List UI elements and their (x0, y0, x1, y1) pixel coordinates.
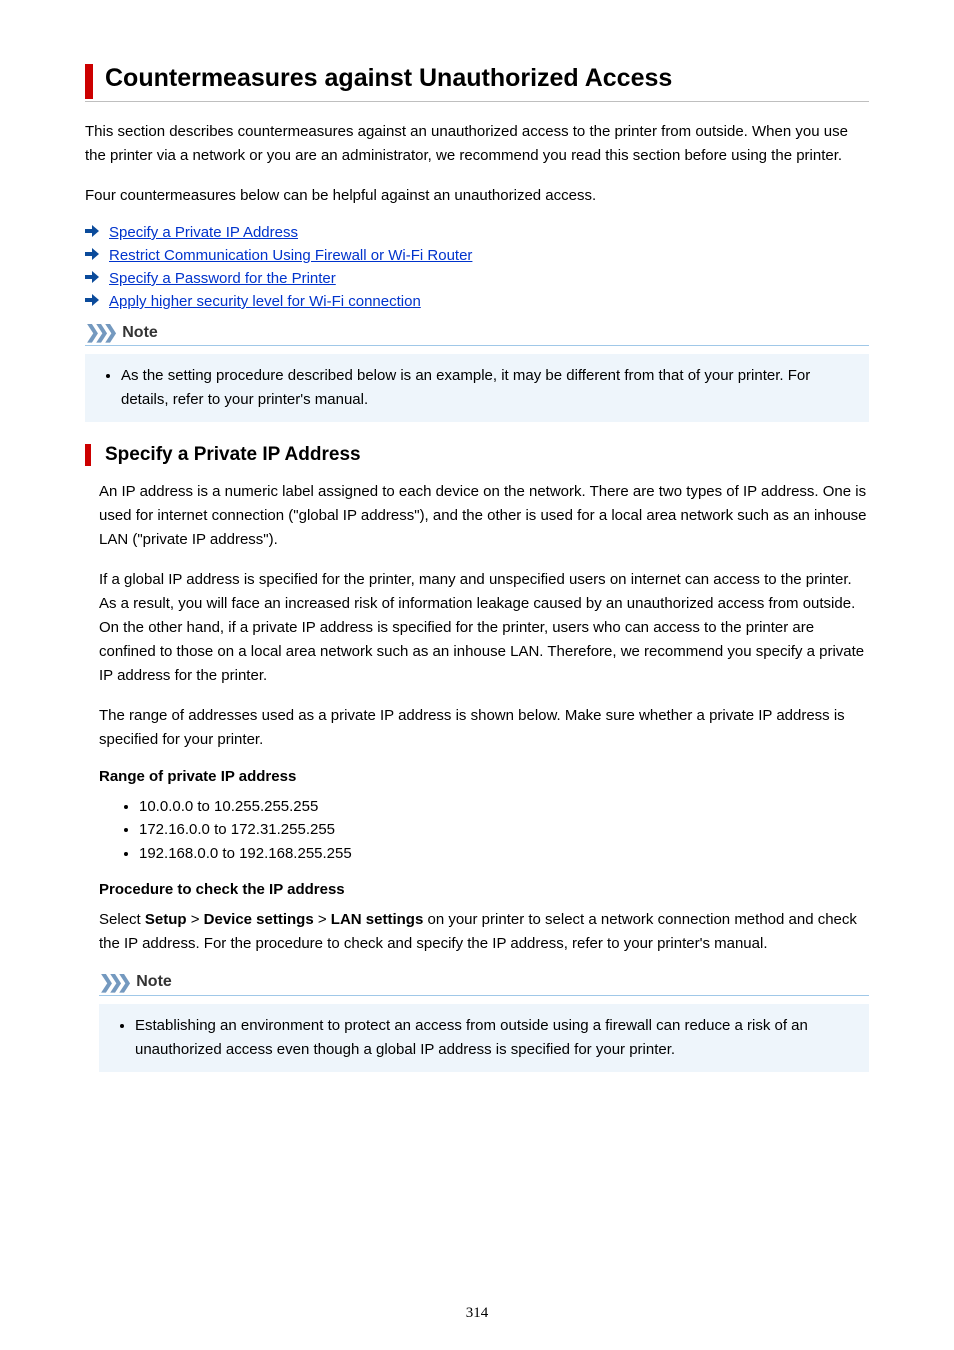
procedure-paragraph: Select Setup > Device settings > LAN set… (99, 908, 869, 956)
bold-device-settings: Device settings (204, 911, 314, 928)
arrow-right-icon (85, 247, 101, 264)
note-header: ❯❯❯ Note (99, 972, 869, 996)
note-header: ❯❯❯ Note (85, 322, 869, 346)
procedure-heading: Procedure to check the IP address (99, 881, 869, 898)
bold-lan-settings: LAN settings (331, 911, 424, 928)
intro-paragraph-1: This section describes countermeasures a… (85, 120, 869, 168)
section-paragraph: The range of addresses used as a private… (99, 704, 869, 752)
title-divider (85, 101, 869, 102)
note-text: As the setting procedure described below… (121, 364, 855, 412)
bold-setup: Setup (145, 911, 187, 928)
page-title: Countermeasures against Unauthorized Acc… (105, 64, 672, 92)
list-item: 192.168.0.0 to 192.168.255.255 (139, 842, 869, 865)
range-heading: Range of private IP address (99, 768, 869, 785)
text-fragment: > (187, 911, 204, 928)
page-title-block: Countermeasures against Unauthorized Acc… (85, 64, 869, 99)
arrow-right-icon (85, 293, 101, 310)
note-body: Establishing an environment to protect a… (99, 1004, 869, 1072)
list-item: Specify a Private IP Address (85, 224, 869, 241)
link-higher-security[interactable]: Apply higher security level for Wi-Fi co… (109, 293, 421, 310)
text-fragment: > (314, 911, 331, 928)
chevron-right-icon: ❯❯❯ (85, 322, 112, 343)
note-label: Note (122, 324, 158, 342)
page-container: Countermeasures against Unauthorized Acc… (0, 0, 954, 1350)
countermeasure-link-list: Specify a Private IP Address Restrict Co… (85, 224, 869, 310)
note-label: Note (136, 973, 172, 991)
note-text: Establishing an environment to protect a… (135, 1014, 855, 1062)
arrow-right-icon (85, 270, 101, 287)
section-heading: Specify a Private IP Address (105, 444, 361, 465)
section-paragraph: An IP address is a numeric label assigne… (99, 480, 869, 552)
page-number: 314 (0, 1305, 954, 1322)
text-fragment: Select (99, 911, 145, 928)
section-body: An IP address is a numeric label assigne… (99, 480, 869, 1072)
link-restrict-firewall[interactable]: Restrict Communication Using Firewall or… (109, 247, 472, 264)
section-paragraph: If a global IP address is specified for … (99, 568, 869, 688)
arrow-right-icon (85, 224, 101, 241)
link-specify-private-ip[interactable]: Specify a Private IP Address (109, 224, 298, 241)
list-item: 172.16.0.0 to 172.31.255.255 (139, 818, 869, 841)
note-body: As the setting procedure described below… (85, 354, 869, 422)
list-item: Specify a Password for the Printer (85, 270, 869, 287)
chevron-right-icon: ❯❯❯ (99, 972, 126, 993)
section-heading-block: Specify a Private IP Address (85, 444, 869, 466)
list-item: 10.0.0.0 to 10.255.255.255 (139, 795, 869, 818)
link-specify-password[interactable]: Specify a Password for the Printer (109, 270, 336, 287)
ip-range-list: 10.0.0.0 to 10.255.255.255 172.16.0.0 to… (99, 795, 869, 865)
list-item: Restrict Communication Using Firewall or… (85, 247, 869, 264)
intro-paragraph-2: Four countermeasures below can be helpfu… (85, 184, 869, 208)
list-item: Apply higher security level for Wi-Fi co… (85, 293, 869, 310)
